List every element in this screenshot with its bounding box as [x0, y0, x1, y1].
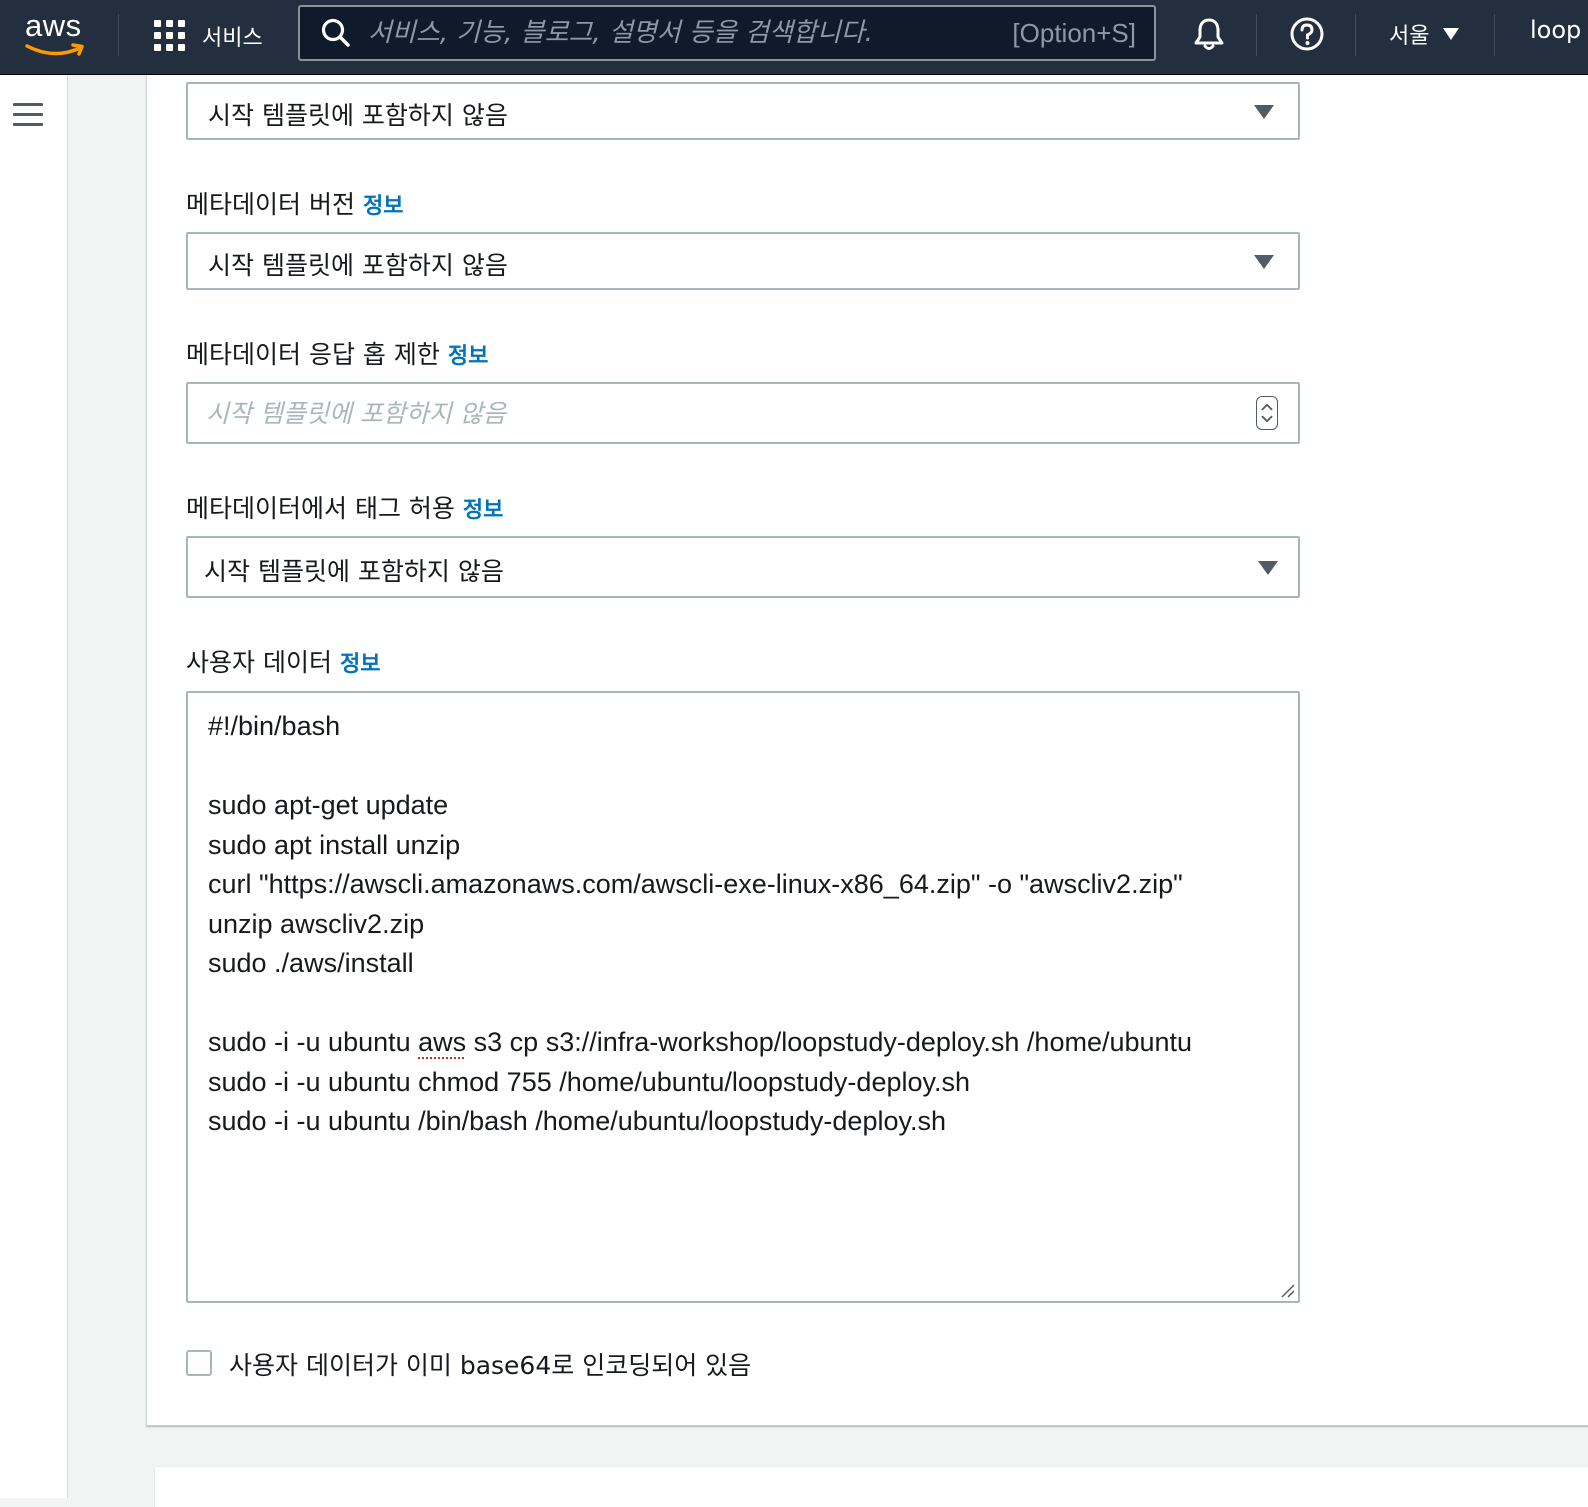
nav-divider: [1494, 14, 1495, 56]
search-input[interactable]: [352, 6, 1013, 60]
metadata-version-select[interactable]: 시작 템플릿에 포함하지 않음: [186, 232, 1300, 290]
nav-divider: [1256, 14, 1257, 56]
code-line: sudo ./aws/install: [208, 948, 414, 978]
user-data-textarea[interactable]: #!/bin/bash sudo apt-get update sudo apt…: [186, 691, 1300, 1303]
top-navigation-bar: aws 서비스 [Option+S] 서울 lo: [0, 0, 1588, 75]
code-line: #!/bin/bash: [208, 711, 341, 741]
next-panel: [154, 1466, 1588, 1507]
spellcheck-word: aws: [418, 1027, 467, 1057]
code-line: sudo -i -u ubuntu /bin/bash /home/ubuntu…: [208, 1106, 946, 1136]
code-line: sudo apt-get update: [208, 790, 449, 820]
select-value: 시작 템플릿에 포함하지 않음: [208, 101, 508, 130]
metadata-tags-label-text: 메타데이터에서 태그 허용: [186, 494, 455, 523]
grid-icon: [154, 20, 186, 52]
metadata-hop-limit-label: 메타데이터 응답 홉 제한 정보: [186, 335, 488, 371]
user-data-code: #!/bin/bash sudo apt-get update sudo apt…: [208, 707, 1192, 1142]
metadata-hop-limit-label-text: 메타데이터 응답 홉 제한: [186, 340, 440, 369]
account-menu[interactable]: loop: [1530, 16, 1581, 44]
metadata-tags-select[interactable]: 시작 템플릿에 포함하지 않음: [186, 536, 1300, 598]
aws-smile-icon: [25, 43, 84, 56]
code-line: curl "https://awscli.amazonaws.com/awscl…: [208, 869, 1183, 899]
bell-icon[interactable]: [1190, 15, 1228, 53]
help-icon[interactable]: [1288, 15, 1326, 53]
base64-encoded-checkbox-label[interactable]: 사용자 데이터가 이미 base64로 인코딩되어 있음: [229, 1346, 751, 1382]
metadata-tags-info-link[interactable]: 정보: [463, 498, 503, 523]
services-label: 서비스: [202, 26, 263, 51]
resize-handle-icon[interactable]: [1279, 1282, 1295, 1298]
metadata-hop-limit-field: [186, 382, 1300, 444]
base64-encoded-checkbox[interactable]: [186, 1350, 212, 1376]
metadata-version-label-text: 메타데이터 버전: [186, 190, 355, 219]
select-value: 시작 템플릿에 포함하지 않음: [204, 557, 504, 586]
code-line: sudo apt install unzip: [208, 829, 461, 860]
code-line: unzip awscliv2.zip: [208, 908, 425, 939]
caret-down-icon: [1254, 105, 1274, 119]
search-icon: [321, 18, 350, 47]
metadata-hop-limit-input[interactable]: [188, 384, 1228, 442]
user-data-label-text: 사용자 데이터: [186, 648, 332, 677]
metadata-version-info-link[interactable]: 정보: [363, 194, 403, 219]
metadata-version-label: 메타데이터 버전 정보: [186, 185, 403, 221]
metadata-tags-label: 메타데이터에서 태그 허용 정보: [186, 489, 503, 525]
hamburger-icon[interactable]: [13, 103, 43, 127]
metadata-accessible-select[interactable]: 시작 템플릿에 포함하지 않음: [186, 82, 1300, 140]
aws-logo[interactable]: aws: [22, 8, 88, 58]
services-menu-button[interactable]: 서비스: [154, 16, 263, 56]
user-data-info-link[interactable]: 정보: [340, 652, 380, 677]
code-line: sudo -i -u ubuntu chmod 755 /home/ubuntu…: [208, 1066, 970, 1097]
nav-divider: [1355, 14, 1356, 56]
code-line-spellcheck: sudo -i -u ubuntu aws s3 cp s3://infra-w…: [208, 1027, 1193, 1057]
side-navigation-rail: [0, 75, 68, 1498]
search-shortcut-hint: [Option+S]: [1012, 17, 1136, 48]
region-label: 서울: [1389, 24, 1430, 49]
metadata-hop-limit-info-link[interactable]: 정보: [448, 344, 488, 369]
caret-down-icon: [1254, 255, 1274, 269]
nav-divider: [118, 14, 119, 56]
global-search-box[interactable]: [Option+S]: [298, 5, 1156, 61]
user-data-label: 사용자 데이터 정보: [186, 643, 380, 679]
number-stepper-icon[interactable]: [1256, 396, 1278, 430]
caret-down-icon: [1258, 561, 1278, 575]
chevron-down-icon: [1443, 28, 1460, 40]
aws-logo-text: aws: [25, 8, 82, 43]
region-selector[interactable]: 서울: [1389, 18, 1460, 50]
select-value: 시작 템플릿에 포함하지 않음: [208, 251, 508, 280]
